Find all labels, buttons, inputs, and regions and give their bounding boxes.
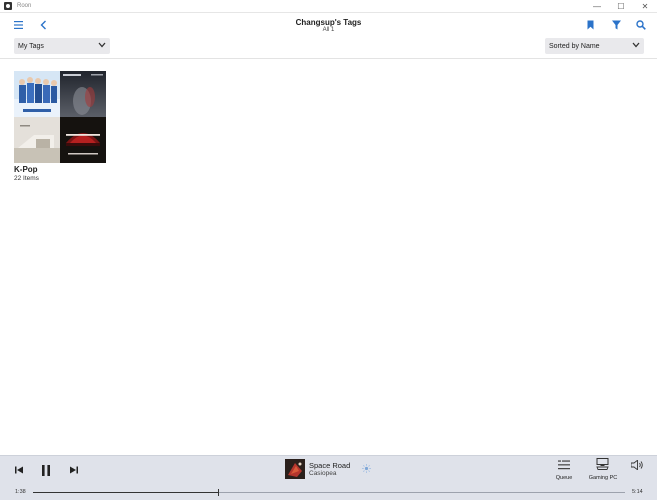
seek-bar-progress xyxy=(33,492,218,493)
player-bar: Space Road Casiopea Queue Gaming PC 1:38… xyxy=(0,455,657,500)
seek-bar[interactable] xyxy=(33,489,625,496)
page-header: Changsup's Tags All 1 xyxy=(0,13,657,37)
minimize-button[interactable]: — xyxy=(585,0,609,13)
close-button[interactable]: ✕ xyxy=(633,0,657,13)
page-subtitle: All 1 xyxy=(322,27,335,33)
queue-icon[interactable] xyxy=(558,459,570,471)
total-duration: 5:14 xyxy=(632,489,643,495)
view-dropdown[interactable]: My Tags xyxy=(14,38,110,54)
now-playing-artist[interactable]: Casiopea xyxy=(309,470,336,477)
zone-icon[interactable] xyxy=(596,458,609,470)
window-titlebar: Roon — ☐ ✕ xyxy=(0,0,657,13)
tag-artwork-mosaic[interactable] xyxy=(14,71,106,163)
chevron-down-icon xyxy=(98,42,106,50)
now-playing-cover-art[interactable] xyxy=(285,459,305,479)
queue-button-label[interactable]: Queue xyxy=(548,475,580,481)
album-art xyxy=(60,71,106,117)
next-icon[interactable] xyxy=(69,464,78,476)
maximize-button[interactable]: ☐ xyxy=(609,0,633,13)
zone-name[interactable]: Gaming PC xyxy=(584,475,622,481)
roon-app-icon xyxy=(4,2,12,10)
tag-tile[interactable]: K-Pop 22 Items xyxy=(14,71,106,182)
view-dropdown-label: My Tags xyxy=(18,42,44,50)
pause-icon[interactable] xyxy=(40,464,51,476)
tag-item-count: 22 Items xyxy=(14,175,39,182)
chevron-down-icon xyxy=(632,42,640,50)
search-icon[interactable] xyxy=(635,19,647,31)
window-title: Roon xyxy=(17,3,32,9)
album-art xyxy=(14,117,60,163)
filter-bar: My Tags Sorted by Name xyxy=(0,37,657,59)
tag-name[interactable]: K-Pop xyxy=(14,165,106,174)
window-controls: — ☐ ✕ xyxy=(585,0,657,13)
radio-icon[interactable] xyxy=(361,462,371,474)
volume-icon[interactable] xyxy=(631,459,644,471)
filter-icon[interactable] xyxy=(610,19,622,31)
album-art xyxy=(14,71,60,117)
previous-icon[interactable] xyxy=(14,464,23,476)
album-art xyxy=(60,117,106,163)
now-playing-title[interactable]: Space Road xyxy=(309,461,350,470)
page-title: Changsup's Tags xyxy=(295,18,362,27)
seek-handle[interactable] xyxy=(217,489,219,496)
sort-dropdown-label: Sorted by Name xyxy=(549,42,600,50)
elapsed-time: 1:38 xyxy=(15,489,26,495)
bookmark-icon[interactable] xyxy=(584,19,596,31)
sort-dropdown[interactable]: Sorted by Name xyxy=(545,38,644,54)
